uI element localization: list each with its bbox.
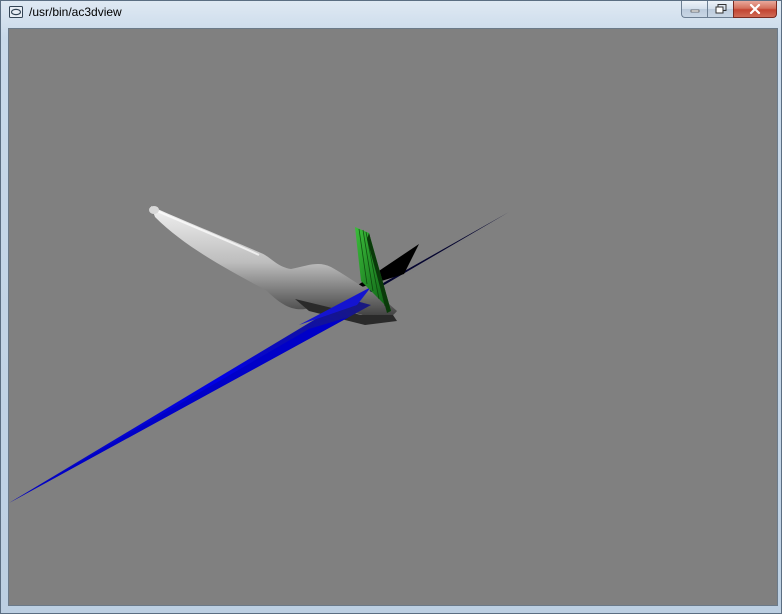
close-icon	[749, 4, 761, 14]
application-icon	[9, 6, 23, 18]
aircraft-model-render	[9, 206, 511, 503]
minimize-button[interactable]	[681, 1, 707, 18]
near-wing	[9, 287, 371, 503]
title-bar[interactable]: /usr/bin/ac3dview	[1, 1, 781, 27]
3d-viewport[interactable]	[8, 28, 778, 606]
application-window: /usr/bin/ac3dview	[0, 0, 782, 614]
minimize-icon	[690, 9, 699, 13]
maximize-button[interactable]	[707, 1, 733, 18]
caption-buttons	[681, 1, 777, 19]
close-button[interactable]	[733, 1, 777, 18]
maximize-icon	[715, 4, 726, 14]
window-title: /usr/bin/ac3dview	[29, 5, 122, 19]
